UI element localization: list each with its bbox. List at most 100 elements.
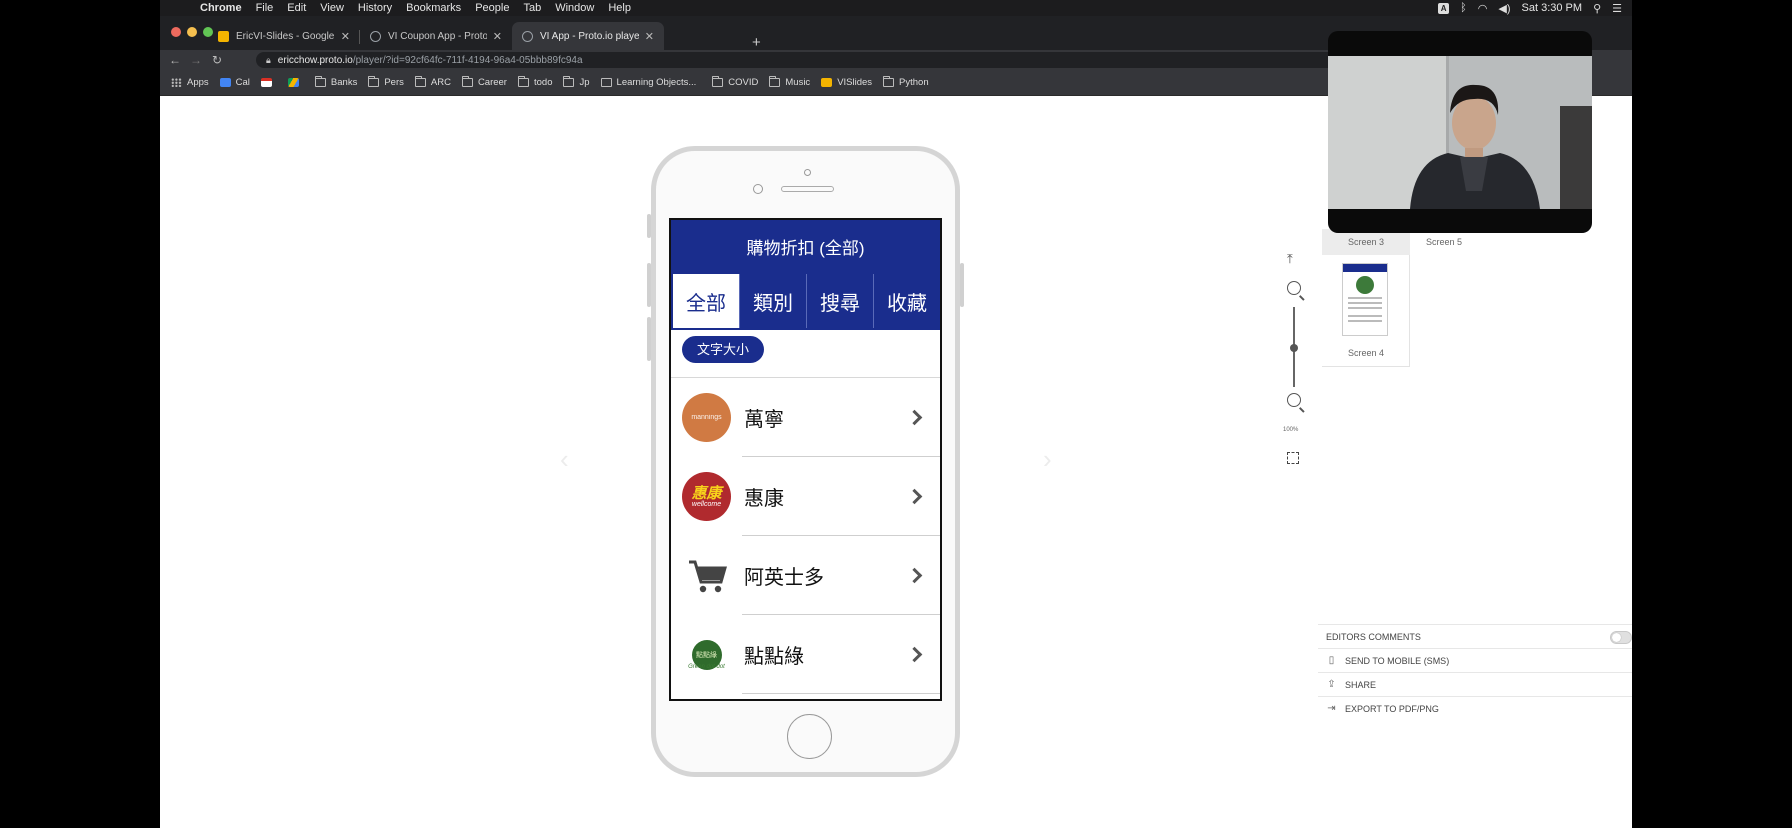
- close-tab-icon[interactable]: ✕: [645, 30, 654, 43]
- bookmark-apps[interactable]: Apps: [171, 77, 209, 88]
- browser-tab-editor[interactable]: VI Coupon App - Proto.io editor ✕: [360, 22, 512, 50]
- folder-icon: [414, 76, 426, 87]
- store-row-ayinshop[interactable]: 阿英士多: [671, 536, 940, 615]
- chevron-right-icon: [906, 567, 923, 584]
- tab-title: VI App - Proto.io player: [540, 30, 639, 42]
- browser-tab-slides[interactable]: EricVI-Slides - Google Slides ✕: [208, 22, 360, 50]
- mannings-logo: mannings: [682, 393, 731, 442]
- forward-icon[interactable]: →: [190, 53, 202, 67]
- bookmark-jp[interactable]: Jp: [563, 76, 590, 88]
- coupon-app-screen: 購物折扣 (全部) 全部 類別 搜尋 收藏 文字大小 mannings 萬寧 惠…: [669, 218, 942, 701]
- tab-category[interactable]: 類別: [739, 274, 806, 328]
- tab-all[interactable]: 全部: [673, 274, 739, 328]
- volume-icon[interactable]: ◀): [1498, 2, 1510, 15]
- font-size-button[interactable]: 文字大小: [682, 336, 765, 363]
- chevron-right-icon: [906, 409, 923, 426]
- spotlight-search-icon[interactable]: ⚲: [1593, 2, 1601, 15]
- bookmark-label: Banks: [330, 77, 358, 88]
- window-close-button[interactable]: [171, 27, 181, 37]
- tab-favorites[interactable]: 收藏: [873, 274, 940, 328]
- menu-app-name[interactable]: Chrome: [200, 2, 242, 14]
- zoom-controls: ⤒ 100%: [1280, 96, 1316, 828]
- bookmark-banks[interactable]: Banks: [314, 76, 358, 88]
- screen-4-thumbnail[interactable]: [1342, 263, 1388, 336]
- bluetooth-icon[interactable]: ᛒ: [1460, 2, 1467, 14]
- folder-icon: [517, 76, 529, 87]
- gmail-icon: [260, 78, 272, 87]
- bookmark-pers[interactable]: Pers: [368, 76, 404, 88]
- thumb-line: [1348, 302, 1382, 304]
- mac-menubar: Chrome File Edit View History Bookmarks …: [160, 0, 1632, 16]
- thumb-line: [1348, 307, 1382, 309]
- thumb-header: [1343, 264, 1387, 272]
- bookmark-drive[interactable]: [287, 78, 304, 87]
- close-tab-icon[interactable]: ✕: [493, 30, 502, 43]
- next-screen-arrow-icon[interactable]: ›: [1043, 444, 1052, 475]
- zoom-slider-handle[interactable]: [1290, 344, 1298, 352]
- close-tab-icon[interactable]: ✕: [341, 30, 350, 43]
- bookmark-learning-objects[interactable]: Learning Objects...: [600, 77, 696, 88]
- folder-icon: [368, 76, 380, 87]
- previous-screen-arrow-icon[interactable]: ‹: [560, 444, 569, 475]
- folder-icon: [769, 76, 781, 87]
- bookmark-vislides[interactable]: VISlides: [821, 77, 872, 88]
- menu-window[interactable]: Window: [555, 2, 594, 14]
- bookmark-music[interactable]: Music: [769, 76, 810, 88]
- menu-edit[interactable]: Edit: [287, 2, 306, 14]
- store-row-greendotdot[interactable]: 點點綠 Green dot dot 點點綠: [671, 615, 940, 694]
- screen-4-label[interactable]: Screen 4: [1322, 348, 1410, 358]
- thumb-logo: [1356, 276, 1374, 294]
- reload-icon[interactable]: ↻: [211, 53, 223, 67]
- send-to-mobile-label: SEND TO MOBILE (SMS): [1345, 655, 1450, 666]
- clock[interactable]: Sat 3:30 PM: [1522, 2, 1583, 14]
- export-label: EXPORT TO PDF/PNG: [1345, 703, 1439, 714]
- share-icon: ⇪: [1327, 679, 1336, 690]
- zoom-in-icon[interactable]: [1287, 281, 1301, 295]
- logo-text: mannings: [691, 414, 722, 421]
- bookmark-label: Pers: [384, 77, 404, 88]
- bookmark-cal[interactable]: Cal: [219, 77, 250, 88]
- bookmark-covid[interactable]: COVID: [712, 76, 758, 88]
- share-option[interactable]: ⇪ SHARE: [1318, 672, 1632, 696]
- editors-comments-toggle[interactable]: [1610, 631, 1632, 644]
- store-name: 點點綠: [744, 646, 804, 668]
- home-button[interactable]: [787, 714, 832, 759]
- store-row-mannings[interactable]: mannings 萬寧: [671, 378, 940, 457]
- back-icon[interactable]: ←: [169, 53, 181, 67]
- menu-help[interactable]: Help: [608, 2, 631, 14]
- bookmark-gmail[interactable]: [260, 78, 277, 87]
- lock-icon[interactable]: 🔒︎: [266, 55, 271, 66]
- bookmark-label: Cal: [235, 77, 250, 88]
- bookmark-python[interactable]: Python: [883, 76, 929, 88]
- new-tab-button[interactable]: +: [752, 35, 761, 50]
- export-icon: ⇥: [1327, 703, 1336, 714]
- menu-tab[interactable]: Tab: [523, 2, 541, 14]
- thumb-line: [1348, 297, 1382, 299]
- menu-view[interactable]: View: [320, 2, 344, 14]
- bookmark-career[interactable]: Career: [461, 76, 507, 88]
- input-source-icon[interactable]: A: [1438, 2, 1450, 14]
- rotate-device-icon[interactable]: ⤒: [1287, 251, 1293, 267]
- tab-search[interactable]: 搜尋: [806, 274, 873, 328]
- send-to-mobile-option[interactable]: ▯ SEND TO MOBILE (SMS): [1318, 648, 1632, 672]
- menu-history[interactable]: History: [358, 2, 392, 14]
- app-title: 購物折扣 (全部): [746, 238, 865, 258]
- folder-icon: [314, 76, 326, 87]
- folder-icon: [461, 76, 473, 87]
- screen-5-label[interactable]: Screen 5: [1400, 237, 1488, 247]
- bookmark-todo[interactable]: todo: [517, 76, 552, 88]
- menu-file[interactable]: File: [256, 2, 274, 14]
- menu-bookmarks[interactable]: Bookmarks: [406, 2, 461, 14]
- wifi-icon[interactable]: ◠: [1478, 2, 1488, 15]
- window-minimize-button[interactable]: [187, 27, 197, 37]
- tab-title: EricVI-Slides - Google Slides: [236, 30, 335, 42]
- bookmark-arc[interactable]: ARC: [414, 76, 451, 88]
- notification-center-icon[interactable]: ☰: [1612, 2, 1622, 15]
- store-row-wellcome[interactable]: 惠康 wellcome 惠康: [671, 457, 940, 536]
- export-option[interactable]: ⇥ EXPORT TO PDF/PNG: [1318, 696, 1632, 720]
- browser-tab-player[interactable]: VI App - Proto.io player ✕: [512, 22, 664, 50]
- zoom-out-icon[interactable]: [1287, 393, 1301, 407]
- fullscreen-icon[interactable]: [1287, 452, 1299, 464]
- menu-people[interactable]: People: [475, 2, 509, 14]
- screen-label: Screen 3: [1347, 237, 1385, 247]
